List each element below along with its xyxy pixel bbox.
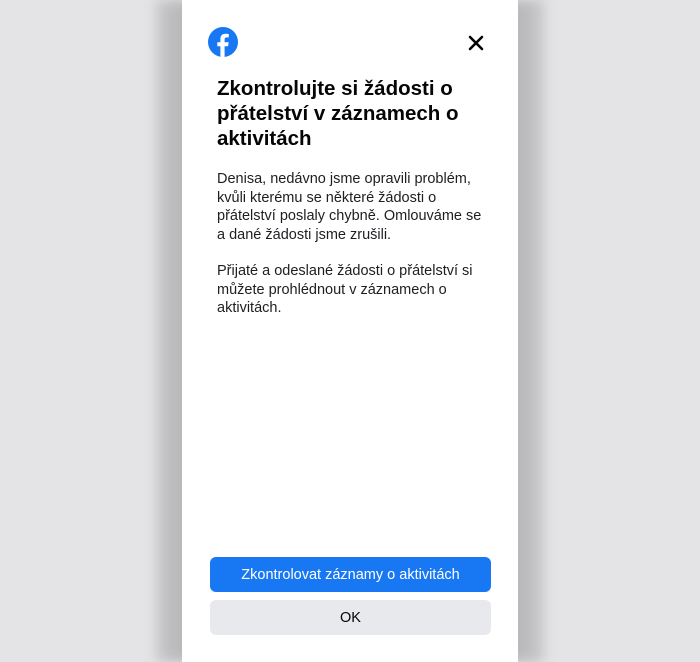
- dialog-screen: Zkontrolujte si žádosti o přátelství v z…: [182, 0, 518, 662]
- dialog-paragraph-1: Denisa, nedávno jsme opravili problém, k…: [217, 171, 482, 243]
- review-activity-log-button[interactable]: Zkontrolovat záznamy o aktivitách: [210, 557, 491, 592]
- close-icon: [468, 35, 484, 51]
- dialog-title: Zkontrolujte si žádosti o přátelství v z…: [217, 77, 459, 150]
- close-button[interactable]: [464, 31, 488, 55]
- facebook-logo-icon: [208, 27, 238, 57]
- ok-button[interactable]: OK: [210, 600, 491, 635]
- dialog-paragraph-2: Přijaté a odeslané žádosti o přátelství …: [217, 263, 473, 316]
